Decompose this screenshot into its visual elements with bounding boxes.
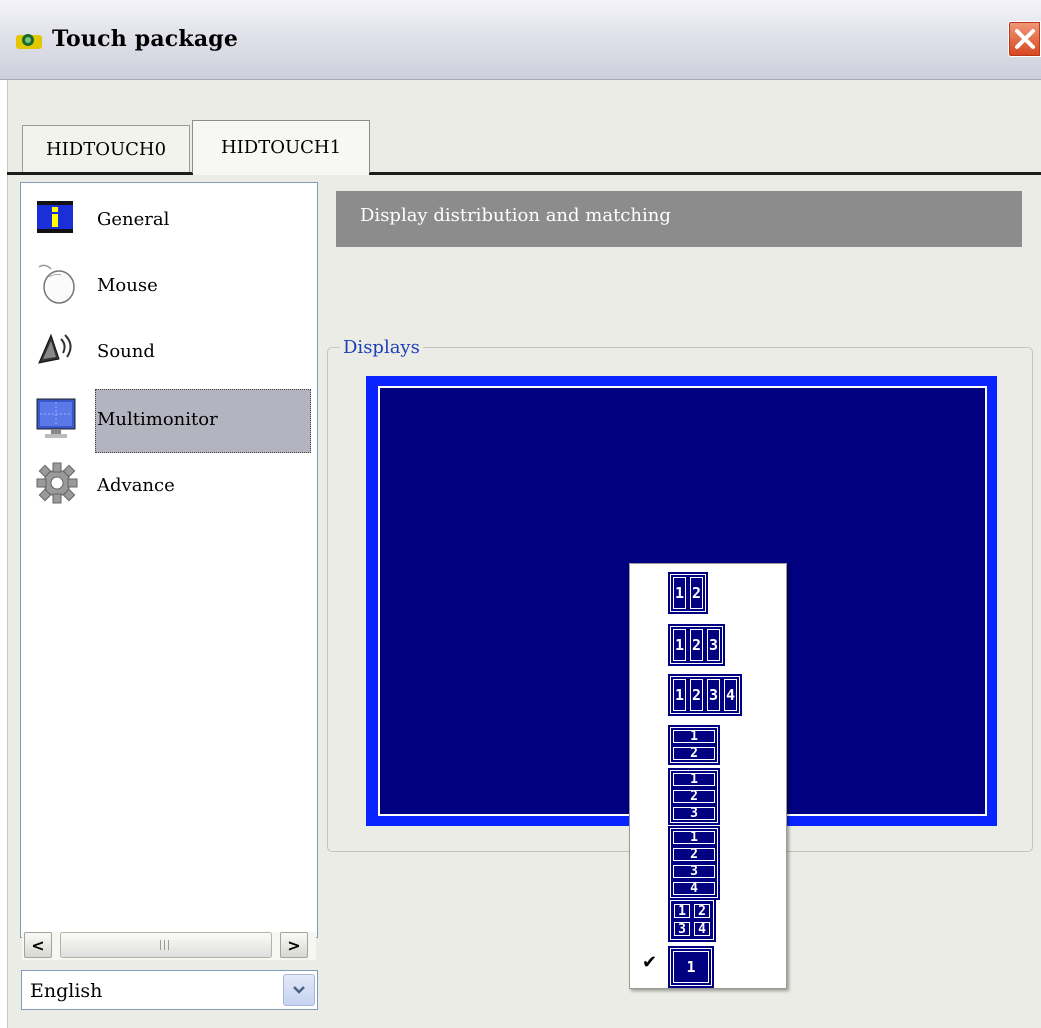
check-icon: ✔ (642, 952, 658, 973)
tab-hidtouch0[interactable]: HIDTOUCH0 (22, 125, 190, 172)
layout-cell: 4 (722, 677, 739, 713)
sidebar-item-advance[interactable]: Advance (21, 453, 317, 519)
info-icon (35, 197, 79, 241)
layout-cell: 1 (671, 677, 688, 713)
layout-cell: 1 (672, 902, 692, 920)
menu-item-layout-1x3[interactable]: 1 2 3 (668, 624, 725, 666)
section-header: Display distribution and matching (336, 191, 1022, 247)
layout-cell: 4 (692, 920, 712, 938)
layout-cell: 3 (671, 805, 717, 822)
layout-cell: 4 (671, 880, 717, 897)
tab-hidtouch1[interactable]: HIDTOUCH1 (192, 120, 370, 173)
dropdown-button[interactable] (283, 974, 315, 1006)
menu-item-layout-1x4[interactable]: 1 2 3 4 (668, 674, 742, 716)
scroll-right-button[interactable]: > (280, 932, 308, 958)
layout-cell: 2 (692, 902, 712, 920)
scrollbar-grip (160, 940, 172, 950)
menu-item-layout-1x2[interactable]: 1 2 (668, 572, 708, 614)
group-label: Displays (340, 337, 423, 358)
tab-divider (7, 172, 1041, 175)
layout-cell: 1 (671, 949, 711, 985)
sidebar-item-label: Mouse (97, 275, 158, 296)
layout-cell: 2 (688, 627, 705, 663)
speaker-icon (35, 329, 79, 373)
close-icon (1015, 29, 1035, 49)
app-icon (16, 29, 44, 51)
settings-category-list[interactable]: General Mouse Sound Multimonitor Advance (20, 182, 318, 938)
chevron-left-icon: < (31, 935, 45, 955)
language-select[interactable]: English (21, 970, 318, 1010)
sidebar-item-label: Multimonitor (97, 409, 218, 430)
layout-cell: 2 (671, 745, 717, 762)
chevron-right-icon: > (287, 935, 301, 955)
tab-gap (193, 172, 369, 175)
layout-cell: 1 (671, 771, 717, 788)
language-value: English (30, 980, 103, 1002)
monitor-icon (35, 397, 79, 441)
layout-cell: 2 (688, 677, 705, 713)
tab-label: HIDTOUCH1 (220, 136, 342, 158)
gear-icon (35, 461, 79, 505)
sidebar-item-label: General (97, 209, 170, 230)
tab-label: HIDTOUCH0 (45, 138, 167, 160)
layout-cell: 1 (671, 627, 688, 663)
layout-grid: 1 2 3 4 (671, 901, 713, 939)
menu-item-layout-single[interactable]: 1 (668, 946, 714, 988)
sidebar-item-label: Sound (97, 341, 155, 362)
chevron-down-icon (293, 986, 305, 994)
layout-cell: 1 (671, 728, 717, 745)
layout-cell: 2 (688, 575, 705, 611)
layout-cell: 2 (671, 846, 717, 863)
title-bar: Touch package (0, 0, 1041, 80)
sidebar-item-sound[interactable]: Sound (21, 319, 317, 385)
sidebar-item-label: Advance (97, 475, 175, 496)
sidebar-item-mouse[interactable]: Mouse (21, 253, 317, 319)
menu-item-layout-4x1[interactable]: 1 2 3 4 (668, 826, 720, 900)
layout-cell: 2 (671, 788, 717, 805)
mouse-icon (35, 261, 79, 305)
menu-item-layout-2x2[interactable]: 1 2 3 4 (668, 898, 716, 942)
sidebar-item-multimonitor[interactable]: Multimonitor (21, 387, 317, 453)
sidebar-item-general[interactable]: General (21, 187, 317, 253)
menu-item-layout-3x1[interactable]: 1 2 3 (668, 768, 720, 825)
layout-cell: 3 (705, 627, 722, 663)
layout-cell: 1 (671, 829, 717, 846)
layout-cell: 1 (671, 575, 688, 611)
section-title: Display distribution and matching (360, 205, 671, 226)
layout-cell: 3 (705, 677, 722, 713)
layout-cell: 3 (672, 920, 692, 938)
menu-item-layout-2x1[interactable]: 1 2 (668, 725, 720, 765)
close-button[interactable] (1008, 21, 1041, 57)
window-title: Touch package (52, 26, 239, 52)
layout-cell: 3 (671, 863, 717, 880)
scroll-left-button[interactable]: < (24, 932, 52, 958)
